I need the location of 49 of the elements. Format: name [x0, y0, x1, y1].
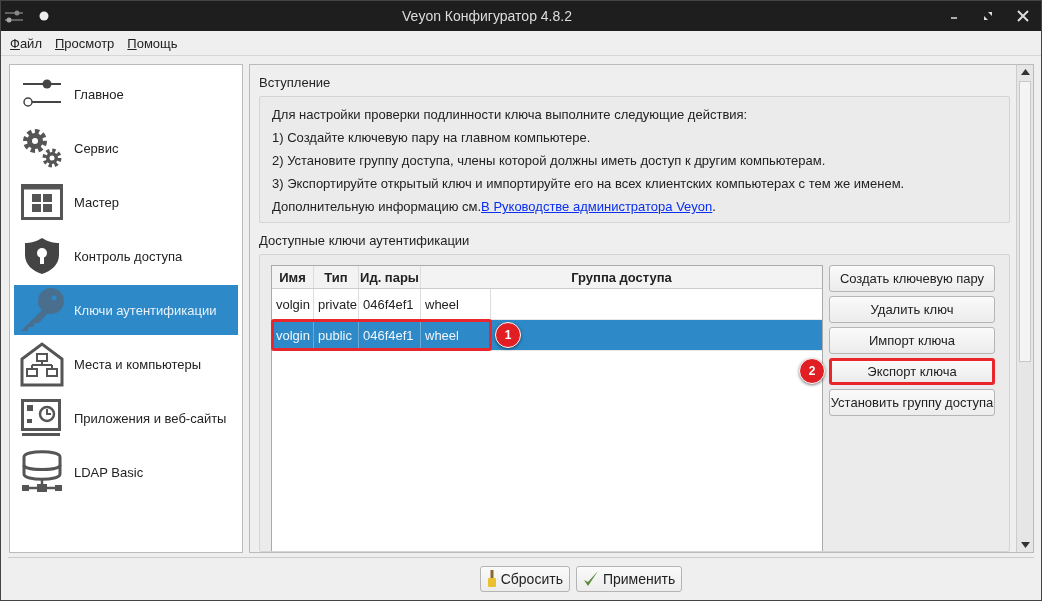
table-cell: volgin [272, 289, 314, 319]
section-title: Доступные ключи аутентификации [259, 233, 471, 248]
instruction-text: Для настройки проверки подлинности ключа выполните следующие действия: [272, 106, 749, 124]
table-cell: volgin [272, 320, 314, 350]
section-title: Вступление [259, 75, 332, 90]
step-badge: 1 [495, 322, 521, 348]
sidebar-item[interactable]: Главное [14, 69, 238, 119]
column-header[interactable]: Ид. пары [359, 266, 421, 288]
scroll-thumb[interactable] [1019, 81, 1031, 362]
action-button[interactable]: Установить группу доступа [829, 389, 995, 416]
scroll-up-icon[interactable] [1020, 69, 1030, 75]
info-text: Дополнительную информацию см. [272, 199, 482, 214]
action-button[interactable]: Импорт ключа [829, 327, 995, 354]
sidebar-item[interactable]: Мастер [14, 177, 238, 227]
table-cell: 046f4ef1 [359, 289, 421, 319]
brush-icon [486, 570, 497, 588]
column-header[interactable]: Группа доступа [421, 266, 822, 288]
menu-item[interactable]: Файл [10, 35, 42, 51]
table-cell: private [314, 289, 359, 319]
menu-item[interactable]: Помощь [127, 35, 178, 51]
instruction-text: 1) Создайте ключевую пару на главном компьютере. [272, 129, 592, 147]
instruction-text: 2) Установите группу доступа, члены которой должны иметь доступ к другим компьютерам. [272, 152, 827, 170]
sidebar-item[interactable]: Места и компьютеры [14, 339, 238, 389]
close-icon[interactable] [1017, 10, 1029, 22]
table-cell: 046f4ef1 [359, 320, 421, 350]
footer-button[interactable]: Сбросить [479, 566, 570, 592]
window-title: Veyon Конфигуратор 4.8.2 [401, 8, 573, 24]
sidebar-item[interactable]: Приложения и веб-сайты [14, 393, 238, 443]
table-row[interactable]: volgin public 046f4ef1 wheel 1 [272, 320, 822, 351]
action-button[interactable]: Удалить ключ [829, 296, 995, 323]
footer-button[interactable]: Применить [575, 566, 683, 592]
maximize-icon[interactable] [983, 11, 993, 21]
menu-item[interactable]: Просмотр [54, 35, 115, 51]
pin-dot-icon[interactable] [39, 11, 49, 21]
sidebar-item[interactable]: Сервис [14, 123, 238, 173]
period-text: . [712, 199, 716, 214]
scrollbar[interactable] [1016, 65, 1033, 552]
sidebar-item[interactable]: LDAP Basic [14, 447, 238, 497]
table-cell: wheel [421, 289, 491, 319]
app-sliders-icon [5, 8, 25, 24]
scroll-down-icon[interactable] [1020, 542, 1030, 548]
table-cell: wheel [421, 320, 491, 350]
instruction-text: 3) Экспортируйте открытый ключ и импортируйте его на всех клиентских компьютерах с тем же именем. [272, 175, 906, 193]
action-button[interactable]: Экспорт ключа [829, 358, 995, 385]
table-cell: public [314, 320, 359, 350]
sidebar-item[interactable]: Контроль доступа [14, 231, 238, 281]
column-header[interactable]: Тип [314, 266, 359, 288]
column-header[interactable]: Имя [272, 266, 314, 288]
action-button[interactable]: Создать ключевую пару [829, 265, 995, 292]
